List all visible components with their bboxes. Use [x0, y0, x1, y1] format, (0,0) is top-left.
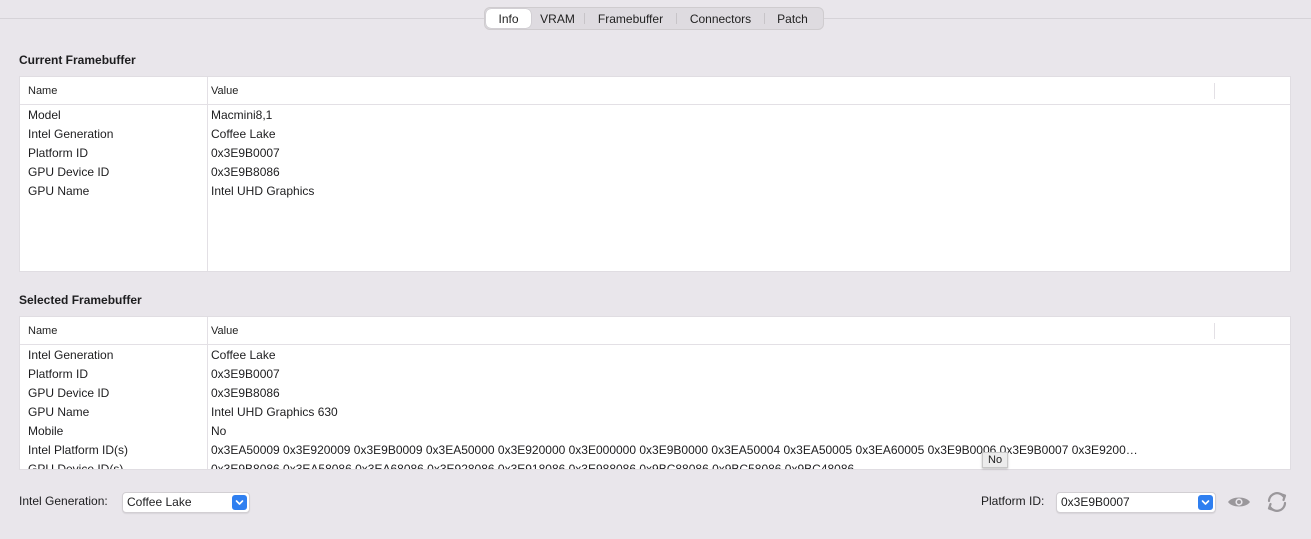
intel-generation-label: Intel Generation:	[19, 494, 108, 508]
selected-framebuffer-title: Selected Framebuffer	[19, 293, 142, 307]
table-row[interactable]: Intel Generation Coffee Lake	[20, 345, 1290, 364]
tooltip: No	[982, 452, 1009, 468]
column-divider	[1214, 83, 1215, 99]
row-name: GPU Name	[28, 184, 90, 198]
column-header-value[interactable]: Value	[211, 85, 238, 97]
row-name: GPU Device ID	[28, 165, 110, 179]
row-value: No	[211, 424, 227, 438]
row-name: GPU Device ID	[28, 386, 110, 400]
tab-bar: Info VRAM Framebuffer Connectors Patch	[484, 7, 824, 30]
row-name: Platform ID	[28, 146, 89, 160]
tab-info[interactable]: Info	[486, 9, 531, 28]
table-header: Name Value	[20, 77, 1290, 271]
tab-connectors[interactable]: Connectors	[677, 9, 764, 28]
table-row[interactable]: GPU Device ID(s) 0x3E9B8086 0x3EA58086 0x…	[20, 459, 1290, 470]
refresh-icon[interactable]	[1264, 489, 1290, 518]
row-name: Intel Generation	[28, 348, 114, 362]
row-value: Intel UHD Graphics 630	[211, 405, 338, 419]
chevron-updown-icon	[1198, 495, 1213, 510]
row-value: 0x3E9B8086	[211, 386, 280, 400]
row-name: GPU Device ID(s)	[28, 462, 124, 470]
row-name: Platform ID	[28, 367, 89, 381]
table-row[interactable]: Platform ID 0x3E9B0007	[20, 364, 1290, 383]
table-row[interactable]: GPU Name Intel UHD Graphics	[20, 181, 1290, 200]
tab-label: Framebuffer	[597, 11, 664, 26]
chevron-updown-icon	[232, 495, 247, 510]
column-divider	[1214, 323, 1215, 339]
row-value: Coffee Lake	[211, 127, 276, 141]
intel-generation-value: Coffee Lake	[127, 495, 192, 509]
tab-label: Connectors	[689, 11, 752, 26]
row-value: 0x3E9B0007	[211, 367, 280, 381]
table-row[interactable]: Model Macmini8,1	[20, 105, 1290, 124]
selected-framebuffer-table[interactable]: Name Value Intel Generation Coffee Lake P…	[19, 316, 1291, 470]
table-row[interactable]: GPU Device ID 0x3E9B8086	[20, 383, 1290, 402]
row-value: 0x3E9B8086 0x3EA58086 0x3EA68086 0x3E928…	[211, 462, 855, 470]
table-row[interactable]: Intel Generation Coffee Lake	[20, 124, 1290, 143]
row-value: Intel UHD Graphics	[211, 184, 315, 198]
tab-label: Patch	[777, 11, 808, 26]
row-value: Macmini8,1	[211, 108, 273, 122]
row-value: 0x3E9B8086	[211, 165, 280, 179]
table-row[interactable]: GPU Name Intel UHD Graphics 630	[20, 402, 1290, 421]
table-header: Name Value	[20, 317, 1290, 469]
tab-framebuffer[interactable]: Framebuffer	[585, 9, 676, 28]
column-header-value[interactable]: Value	[211, 325, 238, 337]
column-header-name[interactable]: Name	[28, 325, 57, 337]
table-row[interactable]: Intel Platform ID(s) 0x3EA50009 0x3E92000…	[20, 440, 1290, 459]
platform-id-value: 0x3E9B0007	[1061, 495, 1130, 509]
row-value: 0x3E9B0007	[211, 146, 280, 160]
column-header-name[interactable]: Name	[28, 85, 57, 97]
tab-vram[interactable]: VRAM	[531, 9, 584, 28]
table-row[interactable]: Mobile No	[20, 421, 1290, 440]
current-framebuffer-title: Current Framebuffer	[19, 53, 136, 67]
tab-label: VRAM	[540, 11, 575, 26]
table-row[interactable]: GPU Device ID 0x3E9B8086	[20, 162, 1290, 181]
table-row[interactable]: Platform ID 0x3E9B0007	[20, 143, 1290, 162]
row-name: Intel Platform ID(s)	[28, 443, 129, 457]
current-framebuffer-table[interactable]: Name Value Model Macmini8,1 Intel Generat…	[19, 76, 1291, 272]
intel-generation-select[interactable]: Coffee Lake	[122, 492, 250, 513]
eye-icon[interactable]	[1226, 493, 1252, 514]
tab-patch[interactable]: Patch	[765, 9, 820, 28]
row-value: Coffee Lake	[211, 348, 276, 362]
row-name: Intel Generation	[28, 127, 114, 141]
platform-id-select[interactable]: 0x3E9B0007	[1056, 492, 1216, 513]
platform-id-label: Platform ID:	[981, 494, 1045, 508]
row-name: GPU Name	[28, 405, 90, 419]
tab-label: Info	[498, 11, 519, 26]
row-name: Model	[28, 108, 61, 122]
row-name: Mobile	[28, 424, 64, 438]
